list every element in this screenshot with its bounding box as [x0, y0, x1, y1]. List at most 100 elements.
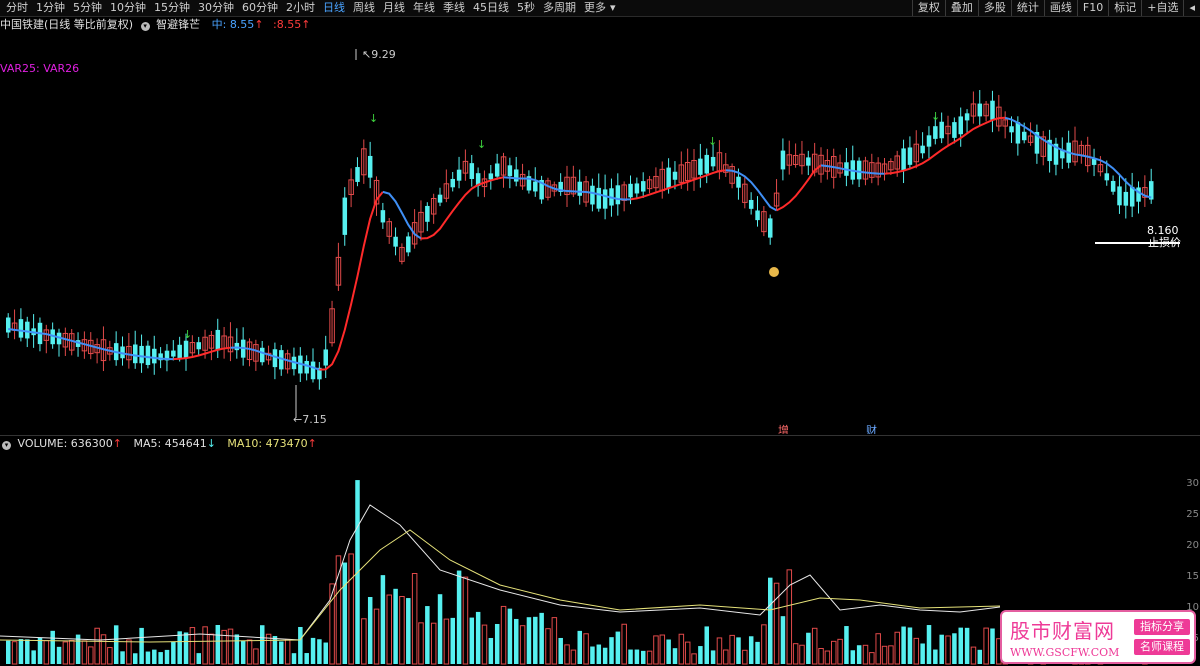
candle-body: [494, 163, 500, 177]
candlestick-chart[interactable]: ↖9.29←7.158.160止损价增 财↓↓↓ ↓↓: [0, 32, 1200, 434]
tab-period-4[interactable]: 15分钟: [150, 0, 194, 16]
watermark-logo: 股市财富网 指标分享 名师课程 WWW.GSCFW.COM: [1000, 610, 1196, 664]
tab-period-8[interactable]: 日线: [319, 0, 349, 16]
candle-body: [533, 181, 538, 192]
volume-bar: [323, 642, 328, 664]
candle-body: [926, 135, 932, 147]
candle-body: [920, 145, 925, 154]
tab-period-13[interactable]: 45日线: [469, 0, 513, 16]
volume-bar: [577, 630, 582, 664]
tab-period-15[interactable]: 多周期: [539, 0, 580, 16]
tab-period-16[interactable]: 更多: [580, 0, 610, 16]
volume-toggle-icon[interactable]: ▾: [2, 441, 11, 450]
tab-period-7[interactable]: 2小时: [282, 0, 319, 16]
volume-bar: [799, 644, 805, 665]
volume-bar: [215, 624, 221, 664]
tab-period-2[interactable]: 5分钟: [69, 0, 106, 16]
volume-bar: [920, 643, 925, 664]
indicator-name[interactable]: 智避锋芒: [156, 18, 200, 31]
volume-bars: [6, 480, 1154, 665]
volume-bar: [723, 649, 729, 665]
candle-body: [488, 173, 494, 180]
candle-body: [1022, 131, 1027, 141]
volume-bar: [196, 653, 201, 664]
candle-body: [602, 189, 608, 209]
volume-bar: [773, 582, 780, 665]
volume-bar: [425, 606, 430, 664]
volume-bar: [818, 648, 824, 665]
tab-period-0[interactable]: 分时: [2, 0, 32, 16]
candle-body: [780, 150, 786, 170]
tab-period-3[interactable]: 10分钟: [106, 0, 150, 16]
candle-body: [596, 187, 602, 209]
toolbar-button-0[interactable]: 复权: [911, 0, 945, 16]
toolbar-button-4[interactable]: 画线: [1043, 0, 1077, 16]
tab-period-10[interactable]: 月线: [379, 0, 409, 16]
candle-body: [469, 163, 475, 179]
toolbar-button-6[interactable]: 标记: [1108, 0, 1141, 16]
ma-line: [382, 190, 422, 240]
indicator-toggle-icon[interactable]: ▾: [140, 22, 150, 31]
chevron-down-icon[interactable]: ▾: [610, 1, 616, 14]
low-label: ←7.15: [293, 413, 327, 426]
tab-period-14[interactable]: 5秒: [513, 0, 539, 16]
volume-bar: [411, 573, 418, 665]
watermark-tag-1: 指标分享: [1134, 619, 1190, 635]
candle-body: [355, 167, 360, 182]
volume-bar: [596, 644, 602, 664]
toolbar-button-1[interactable]: 叠加: [944, 0, 978, 16]
volume-bar: [666, 639, 671, 664]
volume-bar: [291, 653, 297, 664]
tab-period-1[interactable]: 1分钟: [32, 0, 69, 16]
volume-bar: [240, 640, 246, 664]
volume-bar: [462, 576, 469, 665]
candle-body: [666, 167, 671, 189]
tab-period-11[interactable]: 年线: [409, 0, 439, 16]
candle-body: [856, 160, 862, 180]
volume-bar: [564, 644, 570, 665]
candle-body: [183, 340, 189, 359]
candle-body: [768, 218, 773, 238]
volume-ma10-line: [0, 529, 1001, 643]
volume-bar: [152, 649, 157, 664]
volume-bar: [844, 626, 849, 664]
candle-body: [939, 121, 944, 139]
toolbar-button-3[interactable]: 统计: [1010, 0, 1044, 16]
volume-bar: [831, 640, 837, 665]
candle-body: [393, 236, 398, 247]
volume-bar: [43, 640, 50, 665]
volume-bar: [304, 653, 309, 664]
candle-body: [710, 156, 716, 167]
volume-bar: [279, 641, 284, 664]
tab-period-9[interactable]: 周线: [349, 0, 379, 16]
tab-period-6[interactable]: 60分钟: [238, 0, 282, 16]
volume-bar: [443, 618, 450, 665]
candle-body: [425, 205, 430, 222]
tab-period-12[interactable]: 季线: [439, 0, 469, 16]
volume-bar: [710, 650, 716, 664]
stop-text: 止损价: [1148, 235, 1181, 249]
toolbar-button-5[interactable]: F10: [1076, 0, 1108, 16]
tab-period-5[interactable]: 30分钟: [194, 0, 238, 16]
volume-bar: [768, 577, 773, 664]
up-arrow-icon: ↑: [112, 437, 122, 450]
volume-bar: [158, 652, 163, 664]
volume-bar: [380, 575, 386, 664]
candle-body: [806, 157, 811, 166]
volume-bar: [678, 633, 685, 665]
volume-info-bar: ▾ VOLUME: 636300↑ MA5: 454641↓ MA10: 473…: [0, 437, 317, 451]
back-arrow-icon[interactable]: ◂: [1183, 0, 1200, 16]
volume-bar: [755, 641, 760, 664]
toolbar-button-2[interactable]: 多股: [977, 0, 1011, 16]
volume-bar: [69, 639, 75, 665]
candle-body: [634, 183, 640, 194]
volume-bar: [761, 624, 767, 665]
axis-tick: 20: [1186, 540, 1199, 551]
toolbar-button-7[interactable]: +自选: [1141, 0, 1183, 16]
volume-bar: [6, 640, 11, 664]
volume-bar: [939, 634, 944, 664]
up-arrow-icon: ↑: [254, 18, 264, 31]
candle-body: [704, 154, 709, 174]
candle-body: [952, 122, 957, 138]
volume-bar: [475, 611, 481, 664]
